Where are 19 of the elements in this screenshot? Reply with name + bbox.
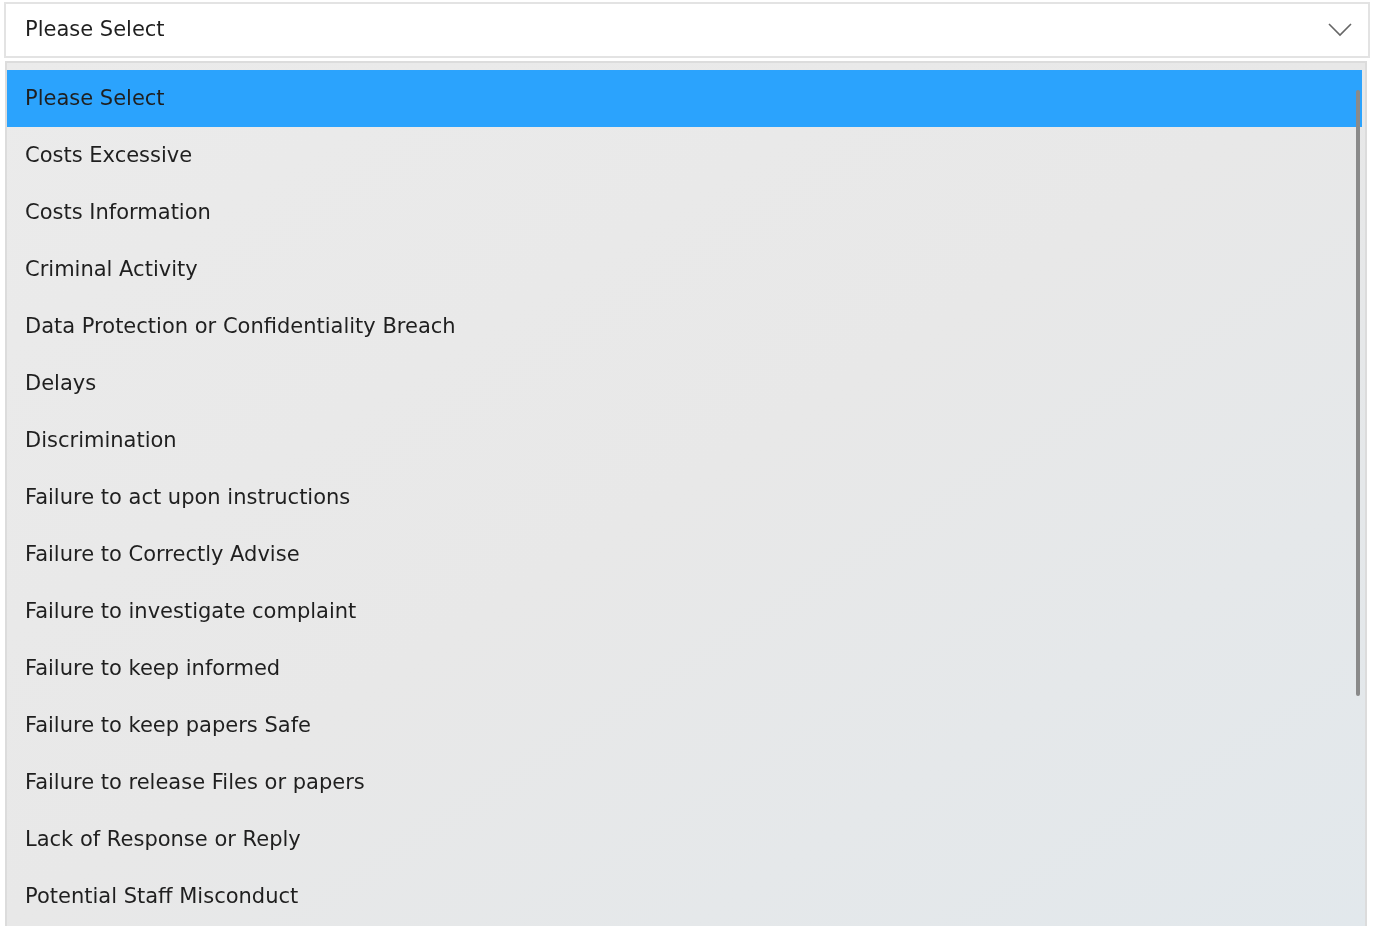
chevron-down-icon [1328, 23, 1352, 37]
select-field[interactable]: Please Select [4, 2, 1370, 58]
select-value: Please Select [25, 16, 165, 44]
dropdown-option[interactable]: Delays [7, 355, 1362, 412]
scrollbar-thumb[interactable] [1356, 90, 1360, 696]
dropdown-option[interactable]: Lack of Response or Reply [7, 811, 1362, 868]
dropdown-option[interactable]: Failure to Correctly Advise [7, 526, 1362, 583]
dropdown-option[interactable]: Potential Staff Misconduct [7, 868, 1362, 925]
dropdown-option[interactable]: Failure to release Files or papers [7, 754, 1362, 811]
dropdown-option[interactable]: Costs Excessive [7, 127, 1362, 184]
dropdown-option[interactable]: Failure to keep papers Safe [7, 697, 1362, 754]
dropdown-option[interactable]: Failure to keep informed [7, 640, 1362, 697]
dropdown-option[interactable]: Costs Information [7, 184, 1362, 241]
dropdown-option[interactable]: Failure to act upon instructions [7, 469, 1362, 526]
dropdown-option[interactable]: Criminal Activity [7, 241, 1362, 298]
dropdown-option[interactable]: Discrimination [7, 412, 1362, 469]
dropdown-option[interactable]: Failure to investigate complaint [7, 583, 1362, 640]
dropdown-option[interactable]: Data Protection or Confidentiality Breach [7, 298, 1362, 355]
dropdown-option[interactable]: Please Select [7, 70, 1362, 127]
